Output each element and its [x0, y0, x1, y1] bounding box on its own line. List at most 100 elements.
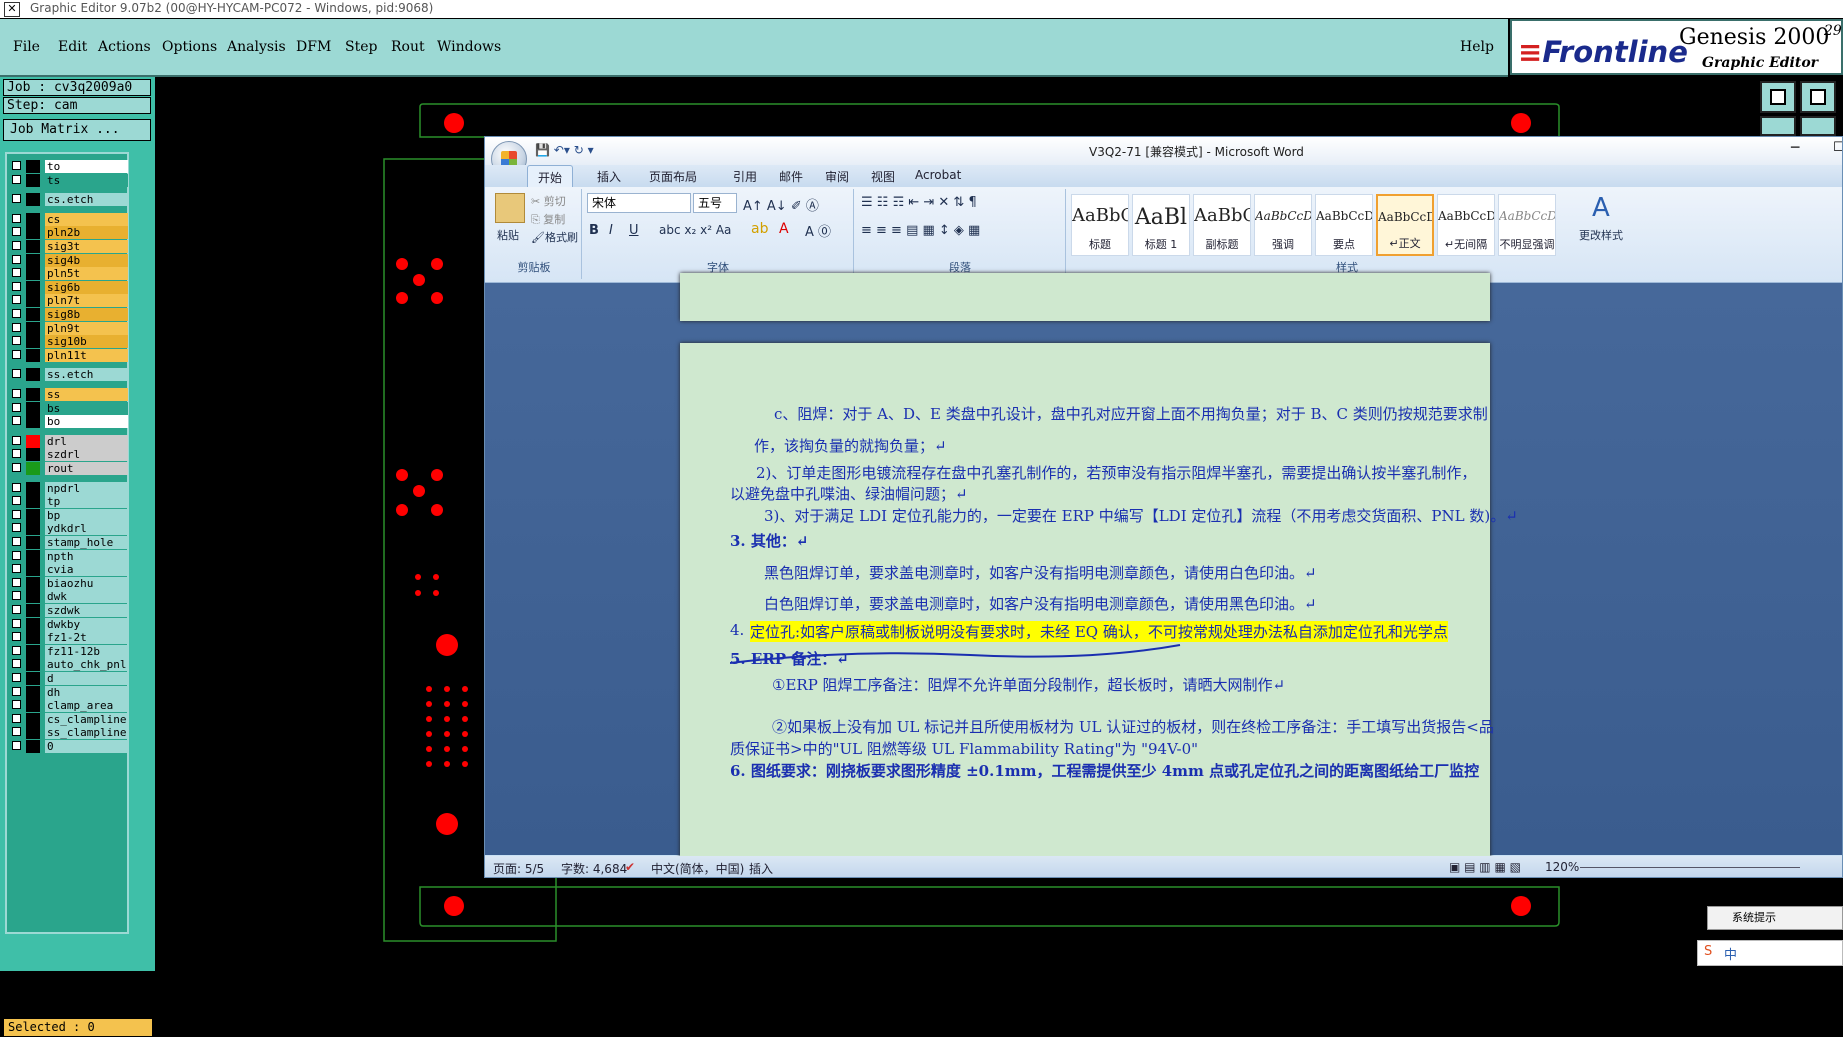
document-area[interactable]: c、阻焊：对于 A、D、E 类盘中孔设计，盘中孔对应开窗上面不用掏负量；对于 B… [485, 273, 1842, 877]
change-styles-icon[interactable]: A [1592, 193, 1610, 223]
layer-checkbox[interactable] [12, 645, 21, 655]
save-icon[interactable]: 💾 [535, 143, 550, 157]
style-7[interactable]: AaBbCcDd 不明显强调 [1498, 194, 1556, 256]
layer-row-stamp_hole[interactable]: stamp_hole [10, 536, 128, 549]
layer-checkbox[interactable] [12, 577, 21, 587]
layer-checkbox[interactable] [12, 227, 21, 237]
tab-insert[interactable]: 插入 [597, 168, 621, 185]
layer-checkbox[interactable] [12, 673, 21, 682]
copy-button[interactable]: ⎘ 复制 [531, 211, 565, 227]
font-color-icon[interactable]: A [779, 221, 789, 237]
layer-row-sig4b[interactable]: sig4b [10, 253, 128, 267]
qat-customize-icon[interactable]: ▾ [588, 143, 594, 157]
zoom-home-button[interactable] [1760, 81, 1796, 113]
layer-checkbox[interactable] [12, 402, 21, 412]
tab-mailings[interactable]: 邮件 [779, 168, 803, 185]
align-left-icon[interactable]: ≡ ≡ ≡ ▤ ▦ ↕ ◈ ▦ [861, 223, 980, 238]
menu-dfm[interactable]: DFM [296, 39, 331, 55]
paste-button[interactable]: 粘贴 [497, 227, 519, 243]
layer-checkbox[interactable] [12, 194, 21, 204]
style-5[interactable]: AaBbCcDd ↵正文 [1376, 194, 1434, 256]
layer-checkbox[interactable] [12, 161, 21, 170]
layer-checkbox[interactable] [12, 564, 21, 574]
tool-button-4[interactable] [1800, 116, 1836, 136]
style-6[interactable]: AaBbCcDd ↵无间隔 [1437, 194, 1495, 256]
proofing-icon[interactable]: ✔ [625, 860, 635, 874]
view-buttons[interactable]: ▣ ▤ ▥ ▦ ▧ [1449, 860, 1521, 874]
underline-button[interactable]: U [629, 223, 639, 238]
layer-row-bp[interactable]: bp [10, 508, 128, 522]
layer-checkbox[interactable] [12, 591, 21, 601]
layer-row-ss[interactable]: ss [10, 388, 128, 401]
layer-row-dwkby[interactable]: dwkby [10, 617, 128, 631]
bold-button[interactable]: B [589, 223, 599, 238]
layer-checkbox[interactable] [12, 213, 21, 223]
strikethrough-button[interactable]: abc x₂ x² Aa [659, 223, 731, 237]
font-size-select[interactable]: 五号 [693, 193, 737, 213]
layer-row-cs[interactable]: cs [10, 212, 128, 226]
layer-row-npdrl[interactable]: npdrl [10, 481, 128, 495]
layer-row-npth[interactable]: npth [10, 549, 128, 563]
layer-checkbox[interactable] [12, 435, 21, 445]
layer-row-cvia[interactable]: cvia [10, 563, 128, 577]
char-shading-icon[interactable]: A ⓪ [805, 221, 831, 240]
redo-icon[interactable]: ↻ [574, 143, 584, 157]
layer-row-sig6b[interactable]: sig6b [10, 280, 128, 294]
layer-row-tp[interactable]: tp [10, 495, 128, 509]
layer-checkbox[interactable] [12, 632, 21, 642]
page-current[interactable]: c、阻焊：对于 A、D、E 类盘中孔设计，盘中孔对应开窗上面不用掏负量；对于 B… [680, 343, 1518, 877]
layer-row-ss_clampline[interactable]: ss_clampline [10, 726, 128, 740]
layer-checkbox[interactable] [12, 618, 21, 628]
bullets-icon[interactable]: ☰ ☷ ☶ ⇤ ⇥ ✕ ⇅ ¶ [861, 195, 977, 210]
menu-edit[interactable]: Edit [58, 39, 87, 55]
layer-checkbox[interactable] [12, 482, 21, 492]
tab-review[interactable]: 审阅 [825, 168, 849, 185]
style-1[interactable]: AaBl 标题 1 [1132, 194, 1190, 256]
layer-row-pln2b[interactable]: pln2b [10, 226, 128, 240]
minimize-button[interactable]: ─ [1791, 140, 1799, 156]
menu-actions[interactable]: Actions [98, 39, 151, 55]
layer-checkbox[interactable] [12, 523, 21, 533]
layer-checkbox[interactable] [12, 700, 21, 710]
layer-checkbox[interactable] [12, 336, 21, 346]
layer-row-0[interactable]: 0 [10, 740, 128, 753]
menu-file[interactable]: File [13, 39, 40, 55]
highlight-icon[interactable]: ab [751, 221, 768, 237]
layer-row-auto_chk_pnl[interactable]: auto_chk_pnl [10, 658, 128, 672]
layer-checkbox[interactable] [12, 369, 21, 379]
layer-row-sig3t[interactable]: sig3t [10, 240, 128, 253]
layer-row-bs[interactable]: bs [10, 401, 128, 415]
menu-analysis[interactable]: Analysis [227, 39, 286, 55]
status-page[interactable]: 页面: 5/5 [493, 860, 544, 877]
layer-row-fz1-2t[interactable]: fz1-2t [10, 631, 128, 645]
zoom-fit-button[interactable] [1800, 81, 1836, 113]
menu-rout[interactable]: Rout [391, 39, 425, 55]
layer-row-ydkdrl[interactable]: ydkdrl [10, 522, 128, 536]
style-2[interactable]: AaBbC 副标题 [1193, 194, 1251, 256]
layer-checkbox[interactable] [12, 550, 21, 560]
layer-row-bo[interactable]: bo [10, 415, 128, 429]
layer-checkbox[interactable] [12, 268, 21, 278]
layer-checkbox[interactable] [12, 449, 21, 459]
maximize-button[interactable]: ☐ [1833, 140, 1842, 155]
layer-row-szdrl[interactable]: szdrl [10, 448, 128, 462]
layer-checkbox[interactable] [12, 727, 21, 737]
tab-references[interactable]: 引用 [733, 168, 757, 185]
layer-checkbox[interactable] [12, 281, 21, 291]
layer-checkbox[interactable] [12, 416, 21, 426]
job-matrix-button[interactable]: Job Matrix ... [3, 119, 151, 141]
status-zoom[interactable]: 120% [1545, 860, 1579, 874]
layer-row-cs_clampline[interactable]: cs_clampline [10, 712, 128, 726]
layer-row-d[interactable]: d [10, 672, 128, 685]
status-mode[interactable]: 插入 [749, 860, 773, 877]
layer-row-pln5t[interactable]: pln5t [10, 267, 128, 281]
layer-checkbox[interactable] [12, 463, 21, 472]
status-words[interactable]: 字数: 4,684 [561, 860, 627, 877]
layer-row-pln7t[interactable]: pln7t [10, 294, 128, 308]
layer-row-ss.etch[interactable]: ss.etch [10, 368, 128, 382]
ime-mode[interactable]: 中 [1724, 944, 1737, 963]
layer-checkbox[interactable] [12, 241, 21, 250]
tab-home[interactable]: 开始 [527, 165, 574, 187]
layer-row-dh[interactable]: dh [10, 685, 128, 699]
grow-font-icon[interactable]: A↑ A↓ ✐ Ⓐ [743, 195, 819, 214]
